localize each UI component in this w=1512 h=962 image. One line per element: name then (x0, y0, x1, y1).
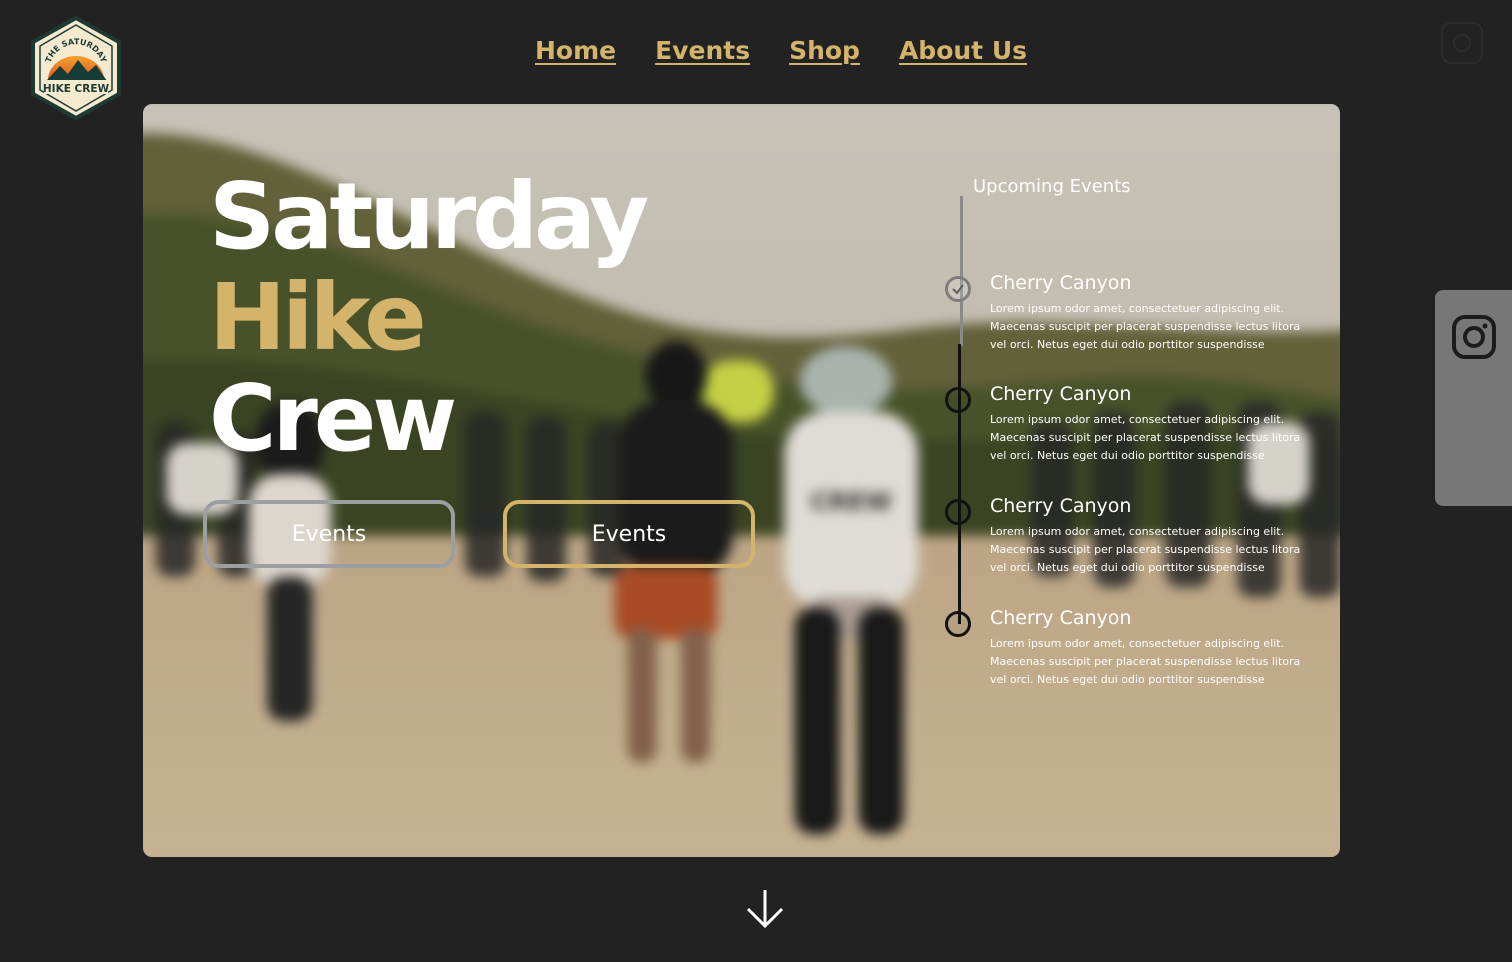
hero-title-saturday: Saturday (209, 163, 649, 270)
arrow-down-icon[interactable] (745, 888, 785, 930)
nav-about-link[interactable]: About Us (899, 36, 1027, 65)
timeline-item-description: Lorem ipsum odor amet, consectetuer adip… (990, 413, 1301, 462)
main-nav: Home Events Shop About Us (535, 30, 1027, 70)
timeline-item-description: Lorem ipsum odor amet, consectetuer adip… (990, 637, 1301, 686)
hero-title: Saturday Hike Crew (209, 163, 649, 472)
instagram-icon[interactable] (1451, 314, 1497, 360)
events-button-outline[interactable]: Events (203, 500, 455, 568)
logo-bottom-text: HIKE CREW (43, 83, 110, 95)
social-side-tab[interactable] (1435, 290, 1512, 506)
upcoming-events-heading: Upcoming Events (973, 176, 1131, 197)
timeline-item-description: Lorem ipsum odor amet, consectetuer adip… (990, 525, 1301, 574)
hero-title-crew: Crew (209, 365, 457, 472)
hero-title-hike: Hike (209, 264, 427, 371)
timeline-dot (945, 611, 971, 637)
nav-shop-link[interactable]: Shop (789, 36, 860, 65)
nav-home-link[interactable]: Home (535, 36, 616, 65)
timeline-dot (945, 499, 971, 525)
page: THE SATURDAY HIKE CREW Home Events Shop … (0, 0, 1512, 962)
timeline-item-title: Cherry Canyon (990, 495, 1132, 517)
timeline-line-past (960, 196, 963, 346)
upcoming-events-timeline: Upcoming Events Cherry Canyon Lorem ipsu… (943, 174, 1323, 734)
timeline-line-future (958, 344, 961, 624)
timeline-item-description: Lorem ipsum odor amet, consectetuer adip… (990, 302, 1301, 351)
logo[interactable]: THE SATURDAY HIKE CREW (30, 16, 122, 120)
timeline-item-title: Cherry Canyon (990, 383, 1132, 405)
nav-events-link[interactable]: Events (655, 36, 750, 65)
timeline-dot (945, 387, 971, 413)
logo-badge-icon: THE SATURDAY HIKE CREW (31, 16, 121, 120)
timeline-item-title: Cherry Canyon (990, 607, 1132, 629)
timeline-dot-completed (945, 276, 971, 302)
instagram-icon[interactable] (1441, 22, 1483, 64)
check-icon (952, 284, 964, 295)
events-button-gold[interactable]: Events (503, 500, 755, 568)
timeline-item-title: Cherry Canyon (990, 272, 1132, 294)
hero-section: CREW Saturday Hike Crew Events Events Up… (143, 104, 1340, 857)
